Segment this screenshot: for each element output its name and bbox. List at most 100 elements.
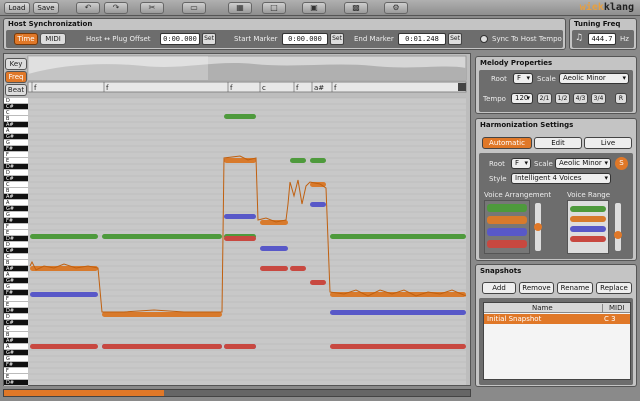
harmony-note	[224, 344, 256, 349]
harmony-note	[260, 246, 288, 251]
copy-icon[interactable]: ▭	[182, 2, 206, 14]
settings-icon[interactable]: ⚙	[384, 2, 408, 14]
harm-root-select[interactable]: F	[511, 158, 531, 169]
division-3-4-button[interactable]: 3/4	[591, 93, 606, 104]
tab-automatic[interactable]: Automatic	[482, 137, 532, 149]
style-select[interactable]: Intelligent 4 Voices	[511, 173, 611, 184]
range-voice-1[interactable]	[570, 206, 606, 212]
harmonization-title: Harmonization Settings	[480, 121, 574, 129]
tab-live[interactable]: Live	[584, 137, 632, 149]
arrangement-voice-1[interactable]	[487, 204, 527, 212]
harmony-note	[30, 292, 98, 297]
harmony-note	[30, 266, 98, 271]
snapshots-panel: Snapshots Add Remove Rename Replace Name…	[475, 264, 637, 387]
range-voice-2[interactable]	[570, 216, 606, 222]
arrangement-voice-3[interactable]	[487, 228, 527, 236]
load-button[interactable]: Load	[4, 2, 30, 14]
snapshot-table: Name MIDI Initial Snapshot C 3	[483, 302, 631, 380]
end-set-button[interactable]: Set	[448, 33, 462, 45]
start-marker-field[interactable]: 0:00.000	[282, 33, 328, 45]
align-icon[interactable]: ▩	[344, 2, 368, 14]
harmony-note	[330, 234, 466, 239]
division-4-3-button[interactable]: 4/3	[573, 93, 588, 104]
harm-scale-select[interactable]: Aeolic Minor	[555, 158, 611, 169]
harmony-note	[102, 344, 222, 349]
host-sync-panel: Host Synchronization Time MIDI Host ↔ Pl…	[3, 18, 566, 50]
undo-icon[interactable]: ↶	[76, 2, 100, 14]
editor-canvas[interactable]: f f f c f a# f	[4, 54, 470, 387]
tuning-title: Tuning Freq	[574, 20, 621, 28]
snapshots-title: Snapshots	[480, 267, 522, 275]
snapshots-body: Name MIDI Initial Snapshot C 3	[479, 298, 633, 385]
harmonization-body: Root F Scale Aeolic Minor S Style Intell…	[479, 153, 633, 259]
end-marker-field[interactable]: 0:01.248	[398, 33, 446, 45]
range-slider[interactable]	[615, 203, 621, 251]
time-button[interactable]: Time	[14, 33, 38, 45]
overview-viewport	[28, 56, 208, 80]
note-grid-bg	[28, 98, 466, 386]
chord-marker: a#	[314, 84, 324, 92]
range-slider-knob[interactable]	[614, 231, 622, 239]
snapshot-replace-button[interactable]: Replace	[596, 282, 632, 294]
melody-scale-select[interactable]: Aeolic Minor	[559, 73, 629, 84]
harmony-note	[310, 158, 326, 163]
harmony-note	[224, 236, 256, 241]
snapshot-add-button[interactable]: Add	[482, 282, 516, 294]
arrangement-voice-4[interactable]	[487, 240, 527, 248]
paste-icon[interactable]: ▦	[228, 2, 252, 14]
harmony-note	[102, 234, 222, 239]
division-2-1-button[interactable]: 2/1	[537, 93, 552, 104]
horizontal-scrollbar[interactable]	[3, 389, 471, 397]
style-label: Style	[489, 175, 507, 183]
offset-set-button[interactable]: Set	[202, 33, 216, 45]
tuning-fork-icon: ♫	[575, 33, 584, 43]
snapshot-table-header: Name MIDI	[484, 303, 630, 313]
arrangement-voice-2[interactable]	[487, 216, 527, 224]
range-voice-3[interactable]	[570, 226, 606, 232]
pitch-editor[interactable]: Key Freq Beat D C# C B A# A G# G F# F E D# D C# C B A# A G…	[3, 53, 471, 387]
melody-properties-panel: Melody Properties Root F Scale Aeolic Mi…	[475, 56, 637, 114]
host-sync-bar: Time MIDI Host ↔ Plug Offset 0:00.000 Se…	[6, 30, 563, 48]
division-1-2-button[interactable]: 1/2	[555, 93, 570, 104]
tempo-select[interactable]: 120	[511, 93, 533, 104]
offset-field[interactable]: 0:00.000	[160, 33, 200, 45]
tempo-label: Tempo	[483, 95, 506, 103]
snapshot-remove-button[interactable]: Remove	[519, 282, 554, 294]
delete-icon[interactable]: □	[262, 2, 286, 14]
harmony-note	[260, 266, 288, 271]
table-row[interactable]: Initial Snapshot C 3	[484, 314, 630, 324]
melody-title: Melody Properties	[480, 59, 553, 67]
scrollbar-thumb[interactable]	[4, 390, 164, 396]
midi-button[interactable]: MIDI	[40, 33, 66, 45]
snapshot-midi-cell: C 3	[604, 315, 616, 323]
harmony-note	[224, 114, 256, 119]
col-midi: MIDI	[602, 304, 625, 312]
tuning-freq-field[interactable]: 444.7	[588, 33, 616, 45]
snapshot-rename-button[interactable]: Rename	[557, 282, 593, 294]
s-badge[interactable]: S	[615, 157, 628, 170]
chord-ruler	[27, 81, 467, 93]
harm-root-label: Root	[489, 160, 505, 168]
end-marker-label: End Marker	[354, 35, 394, 43]
save-button[interactable]: Save	[33, 2, 59, 14]
start-set-button[interactable]: Set	[330, 33, 344, 45]
melody-root-select[interactable]: F	[513, 73, 533, 84]
tuning-unit: Hz	[620, 35, 629, 43]
melody-root-label: Root	[491, 75, 507, 83]
range-voice-4[interactable]	[570, 236, 606, 242]
cut-icon[interactable]: ✂	[140, 2, 164, 14]
harmony-note	[224, 214, 256, 219]
sync-tempo-label: Sync To Host Tempo	[492, 35, 562, 43]
melody-body: Root F Scale Aeolic Minor Tempo 120 2/1 …	[479, 70, 633, 112]
melody-scale-label: Scale	[537, 75, 556, 83]
harmonization-panel: Harmonization Settings Automatic Edit Li…	[475, 118, 637, 261]
harmony-note	[102, 312, 222, 317]
harmony-note	[330, 292, 466, 297]
quantize-icon[interactable]: ▣	[302, 2, 326, 14]
tab-edit[interactable]: Edit	[534, 137, 582, 149]
reset-tempo-button[interactable]: R	[615, 93, 627, 104]
arrangement-slider-knob[interactable]	[534, 223, 542, 231]
redo-icon[interactable]: ↷	[104, 2, 128, 14]
voice-arrangement-label: Voice Arrangement	[484, 191, 552, 199]
sync-tempo-checkbox[interactable]	[480, 35, 488, 43]
